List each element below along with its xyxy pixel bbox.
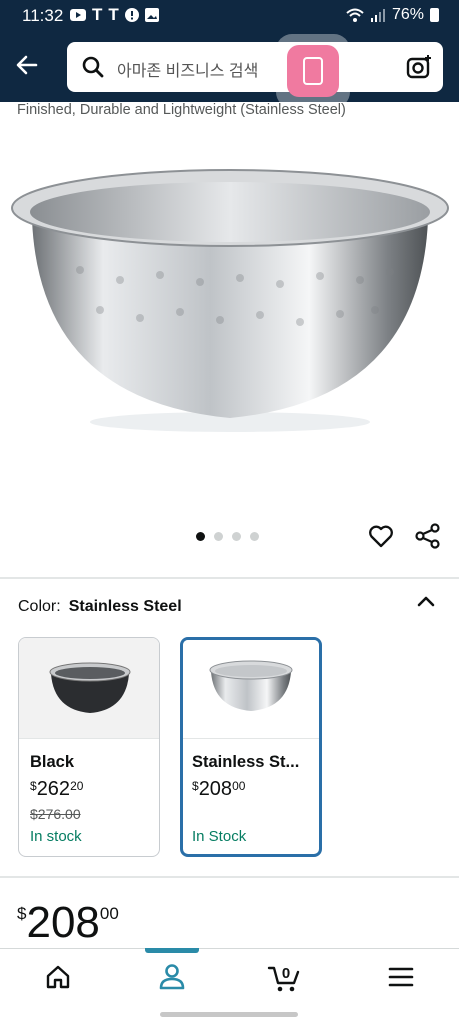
swatch-stock: In stock [30,828,82,845]
chevron-up-icon[interactable] [412,588,440,616]
swatch-name: Black [30,753,75,771]
swatch-price: $26220 [30,778,84,800]
color-option-stainless-steel[interactable]: Stainless St... $20800 In Stock [180,637,322,857]
divider [0,876,459,878]
calculator-icon [287,45,339,97]
cart-icon[interactable]: 0 [265,959,305,995]
search-icon [82,56,104,78]
color-selected-value: Stainless Steel [68,598,182,615]
gesture-handle[interactable] [160,1012,298,1017]
product-price: $20800 [17,898,119,947]
heart-icon[interactable] [367,522,395,550]
alert-icon [124,8,139,22]
steel-bowl-thumbnail [209,660,293,711]
status-right: 76% [346,6,439,24]
youtube-icon [70,9,86,21]
black-bowl-thumbnail [49,662,131,713]
floating-calculator-bubble[interactable] [276,34,350,108]
search-input[interactable]: 아마존 비즈니스 검색 [67,42,443,92]
swatch-image [19,638,159,739]
swatch-list-price: $276.00 [30,806,81,822]
product-image[interactable] [10,160,450,440]
color-label: Color: [18,598,61,615]
pager-dot-active[interactable] [196,532,205,541]
swatch-price: $20800 [192,778,246,800]
search-placeholder: 아마존 비즈니스 검색 [117,63,259,80]
cart-count: 0 [282,965,290,982]
swatch-stock: In Stock [192,828,247,845]
divider [0,577,459,579]
notification-icons: T T [70,5,159,24]
share-icon[interactable] [414,522,442,550]
battery-icon [430,8,439,22]
product-title-fragment: Finished, Durable and Lightweight (Stain… [17,102,346,118]
home-icon[interactable] [38,959,78,995]
bottom-nav: 0 [0,948,459,1005]
battery-percent: 76% [391,6,424,23]
pager-dot[interactable] [232,532,241,541]
menu-icon[interactable] [381,959,421,995]
swatch-image [183,640,319,739]
status-bar: 11:32 T T 76% [0,0,459,32]
pager-dot[interactable] [250,532,259,541]
image-pager[interactable] [196,532,259,541]
account-icon[interactable] [152,959,192,995]
tmobile-icon: T [92,5,103,24]
status-time: 11:32 [22,6,64,25]
wifi-icon [346,8,364,22]
color-option-black[interactable]: Black $26220 $276.00 In stock [18,637,160,857]
swatch-name: Stainless St... [192,753,300,771]
pager-dot[interactable] [214,532,223,541]
app-header: 아마존 비즈니스 검색 [0,32,459,102]
tmobile-icon: T [108,5,119,24]
nav-active-indicator [145,948,199,953]
gallery-icon [144,8,159,22]
back-arrow-icon[interactable] [12,50,42,80]
camera-icon[interactable] [405,53,433,81]
signal-icon [370,9,385,22]
color-selector-header: Color: Stainless Steel [18,598,182,616]
